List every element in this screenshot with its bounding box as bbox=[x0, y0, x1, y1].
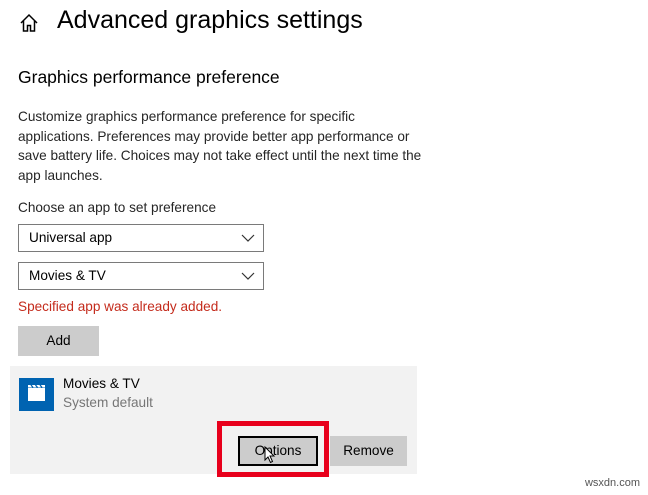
app-dropdown[interactable]: Movies & TV bbox=[18, 262, 264, 290]
chevron-down-icon bbox=[241, 272, 255, 280]
add-button[interactable]: Add bbox=[18, 326, 99, 356]
remove-button[interactable]: Remove bbox=[330, 436, 407, 466]
watermark: wsxdn.com bbox=[584, 477, 640, 489]
error-message: Specified app was already added. bbox=[18, 299, 223, 314]
app-value: Movies & TV bbox=[29, 268, 106, 283]
app-type-value: Universal app bbox=[29, 230, 113, 245]
app-entry-name: Movies & TV bbox=[63, 376, 140, 391]
section-title: Graphics performance preference bbox=[18, 67, 280, 87]
home-icon[interactable] bbox=[18, 12, 40, 34]
app-type-dropdown[interactable]: Universal app bbox=[18, 224, 264, 252]
choose-app-label: Choose an app to set preference bbox=[18, 200, 216, 215]
page-title: Advanced graphics settings bbox=[57, 6, 363, 34]
app-entry-preference: System default bbox=[63, 395, 153, 410]
section-description: Customize graphics performance preferenc… bbox=[18, 109, 422, 183]
clapperboard-icon bbox=[19, 378, 54, 411]
chevron-down-icon bbox=[241, 234, 255, 242]
mouse-cursor-icon bbox=[264, 446, 276, 464]
options-button[interactable]: Options bbox=[238, 436, 318, 466]
